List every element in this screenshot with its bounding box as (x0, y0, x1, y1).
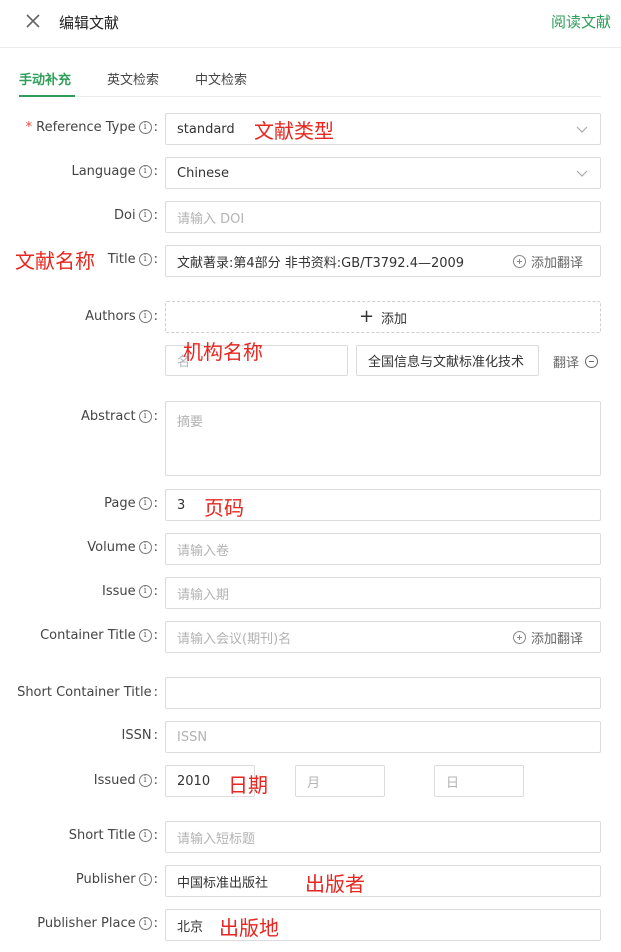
info-icon[interactable]: i (138, 917, 152, 930)
short-container-title-input[interactable] (165, 677, 601, 709)
annotation-reference-type: 文献类型 (254, 119, 334, 143)
close-icon[interactable] (23, 11, 43, 31)
annotation-title: 文献名称 (15, 249, 95, 273)
language-label: Language i: (71, 164, 158, 179)
issn-label: ISSN: (121, 728, 158, 743)
short-container-title-label: Short Container Title: (17, 685, 158, 700)
tab-english-search[interactable]: 英文检索 (107, 69, 159, 88)
reference-type-label: * Reference Type i: (25, 120, 158, 135)
info-icon[interactable]: i (138, 541, 152, 554)
doi-input[interactable]: 请输入 DOI (165, 201, 601, 233)
chevron-down-icon (576, 126, 588, 133)
volume-input[interactable]: 请输入卷 (165, 533, 601, 565)
page-title: 编辑文献 (59, 14, 120, 32)
required-mark: * (25, 120, 33, 135)
info-icon[interactable]: i (138, 165, 152, 178)
read-document-link[interactable]: 阅读文献 (551, 11, 611, 32)
title-input[interactable]: 文献著录:第4部分 非书资料:GB/T3792.4—2009 添加翻译 (165, 245, 601, 277)
remove-author-icon[interactable] (585, 355, 599, 368)
chevron-down-icon (576, 170, 588, 177)
annotation-publisher: 出版者 (305, 872, 365, 896)
issue-input[interactable]: 请输入期 (165, 577, 601, 609)
add-author-button[interactable]: + 添加 (165, 301, 601, 333)
issued-label: Issued i: (93, 773, 158, 788)
plus-circle-icon (512, 630, 526, 644)
author-org-input[interactable]: 全国信息与文献标准化技术 (356, 345, 539, 376)
tab-manual[interactable]: 手动补充 (19, 69, 71, 88)
language-select[interactable]: Chinese (165, 157, 601, 189)
volume-label: Volume i: (87, 540, 158, 555)
publisher-input[interactable]: 中国标准出版社 (165, 865, 601, 897)
publisher-place-label: Publisher Place i: (37, 916, 158, 931)
publisher-label: Publisher i: (75, 872, 158, 887)
info-icon[interactable]: i (138, 629, 152, 642)
annotation-issued: 日期 (228, 773, 268, 797)
doi-label: Doi i: (114, 208, 158, 223)
abstract-label: Abstract i: (81, 409, 158, 424)
info-icon[interactable]: i (138, 310, 152, 323)
container-title-input[interactable]: 请输入会议(期刊)名 添加翻译 (165, 621, 601, 653)
tab-bar: 手动补充 英文检索 中文检索 (19, 60, 601, 97)
abstract-textarea[interactable]: 摘要 (165, 401, 601, 476)
short-title-label: Short Title i: (68, 828, 158, 843)
title-label: Title i: (107, 252, 158, 267)
authors-label: Authors i: (85, 309, 158, 324)
add-translation-button[interactable]: 添加翻译 (512, 246, 583, 276)
container-title-label: Container Title i: (40, 628, 158, 643)
short-title-input[interactable]: 请输入短标题 (165, 821, 601, 853)
annotation-org: 机构名称 (183, 340, 263, 364)
active-tab-indicator (19, 95, 75, 97)
issn-input[interactable]: ISSN (165, 721, 601, 753)
tab-chinese-search[interactable]: 中文检索 (195, 69, 247, 88)
plus-circle-icon (512, 254, 526, 268)
info-icon[interactable]: i (138, 209, 152, 222)
issue-label: Issue i: (101, 584, 158, 599)
issued-month-input[interactable]: 月 (295, 765, 385, 797)
info-icon[interactable]: i (138, 585, 152, 598)
annotation-publisher-place: 出版地 (219, 916, 279, 940)
header-bar: 编辑文献 阅读文献 (0, 0, 621, 48)
add-translation-button[interactable]: 添加翻译 (512, 622, 583, 652)
info-icon[interactable]: i (138, 497, 152, 510)
info-icon[interactable]: i (138, 410, 152, 423)
plus-icon: + (358, 306, 375, 327)
info-icon[interactable]: i (138, 829, 152, 842)
page-label: Page i: (104, 496, 158, 511)
info-icon[interactable]: i (138, 253, 152, 266)
issued-day-input[interactable]: 日 (434, 765, 524, 797)
info-icon[interactable]: i (138, 774, 152, 787)
info-icon[interactable]: i (138, 121, 152, 134)
reference-type-select[interactable]: standard (165, 113, 601, 145)
author-translate-button[interactable]: 翻译 (553, 352, 599, 371)
annotation-page: 页码 (204, 496, 244, 520)
info-icon[interactable]: i (138, 873, 152, 886)
